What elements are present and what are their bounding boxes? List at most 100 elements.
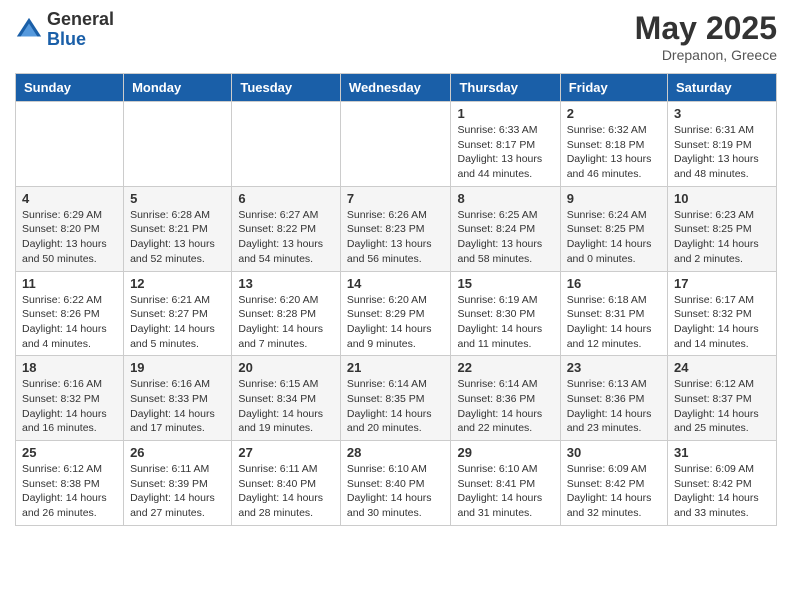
calendar-cell: 25 Sunrise: 6:12 AM Sunset: 8:38 PM Dayli… <box>16 441 124 526</box>
logo: General Blue <box>15 10 114 50</box>
calendar-cell: 6 Sunrise: 6:27 AM Sunset: 8:22 PM Daylig… <box>232 186 341 271</box>
calendar-cell <box>232 102 341 187</box>
calendar-day-header: Thursday <box>451 74 560 102</box>
cell-content: Sunrise: 6:16 AM Sunset: 8:32 PM Dayligh… <box>22 377 117 436</box>
day-number: 10 <box>674 191 770 206</box>
calendar-cell: 8 Sunrise: 6:25 AM Sunset: 8:24 PM Daylig… <box>451 186 560 271</box>
cell-content: Sunrise: 6:20 AM Sunset: 8:29 PM Dayligh… <box>347 293 445 352</box>
day-number: 2 <box>567 106 661 121</box>
cell-content: Sunrise: 6:31 AM Sunset: 8:19 PM Dayligh… <box>674 123 770 182</box>
cell-content: Sunrise: 6:12 AM Sunset: 8:38 PM Dayligh… <box>22 462 117 521</box>
day-number: 28 <box>347 445 445 460</box>
calendar-day-header: Wednesday <box>340 74 451 102</box>
calendar-cell: 11 Sunrise: 6:22 AM Sunset: 8:26 PM Dayli… <box>16 271 124 356</box>
calendar-cell: 18 Sunrise: 6:16 AM Sunset: 8:32 PM Dayli… <box>16 356 124 441</box>
calendar-cell: 3 Sunrise: 6:31 AM Sunset: 8:19 PM Daylig… <box>668 102 777 187</box>
calendar-cell: 4 Sunrise: 6:29 AM Sunset: 8:20 PM Daylig… <box>16 186 124 271</box>
logo-blue: Blue <box>47 30 114 50</box>
calendar-cell: 23Sunrise: 6:13 AM Sunset: 8:36 PM Dayli… <box>560 356 667 441</box>
logo-icon <box>15 16 43 44</box>
calendar-cell <box>16 102 124 187</box>
day-number: 21 <box>347 360 445 375</box>
cell-content: Sunrise: 6:29 AM Sunset: 8:20 PM Dayligh… <box>22 208 117 267</box>
cell-content: Sunrise: 6:23 AM Sunset: 8:25 PM Dayligh… <box>674 208 770 267</box>
cell-content: Sunrise: 6:10 AM Sunset: 8:40 PM Dayligh… <box>347 462 445 521</box>
calendar-week-row: 25 Sunrise: 6:12 AM Sunset: 8:38 PM Dayli… <box>16 441 777 526</box>
day-number: 5 <box>130 191 225 206</box>
calendar-day-header: Friday <box>560 74 667 102</box>
logo-text: General Blue <box>47 10 114 50</box>
day-number: 6 <box>238 191 334 206</box>
calendar-cell: 16 Sunrise: 6:18 AM Sunset: 8:31 PM Dayli… <box>560 271 667 356</box>
calendar-table: SundayMondayTuesdayWednesdayThursdayFrid… <box>15 73 777 526</box>
page-header: General Blue May 2025 Drepanon, Greece <box>15 10 777 63</box>
day-number: 31 <box>674 445 770 460</box>
calendar-cell: 24 Sunrise: 6:12 AM Sunset: 8:37 PM Dayli… <box>668 356 777 441</box>
cell-content: Sunrise: 6:11 AM Sunset: 8:40 PM Dayligh… <box>238 462 334 521</box>
calendar-cell: 1Sunrise: 6:33 AM Sunset: 8:17 PM Daylig… <box>451 102 560 187</box>
day-number: 4 <box>22 191 117 206</box>
logo-general: General <box>47 10 114 30</box>
calendar-cell: 22 Sunrise: 6:14 AM Sunset: 8:36 PM Dayli… <box>451 356 560 441</box>
cell-content: Sunrise: 6:18 AM Sunset: 8:31 PM Dayligh… <box>567 293 661 352</box>
calendar-cell: 9 Sunrise: 6:24 AM Sunset: 8:25 PM Daylig… <box>560 186 667 271</box>
month-year: May 2025 <box>635 10 777 47</box>
day-number: 15 <box>457 276 553 291</box>
cell-content: Sunrise: 6:27 AM Sunset: 8:22 PM Dayligh… <box>238 208 334 267</box>
calendar-week-row: 18 Sunrise: 6:16 AM Sunset: 8:32 PM Dayli… <box>16 356 777 441</box>
calendar-cell: 5 Sunrise: 6:28 AM Sunset: 8:21 PM Daylig… <box>124 186 232 271</box>
cell-content: Sunrise: 6:21 AM Sunset: 8:27 PM Dayligh… <box>130 293 225 352</box>
cell-content: Sunrise: 6:16 AM Sunset: 8:33 PM Dayligh… <box>130 377 225 436</box>
day-number: 3 <box>674 106 770 121</box>
cell-content: Sunrise: 6:09 AM Sunset: 8:42 PM Dayligh… <box>567 462 661 521</box>
cell-content: Sunrise: 6:26 AM Sunset: 8:23 PM Dayligh… <box>347 208 445 267</box>
calendar-week-row: 4 Sunrise: 6:29 AM Sunset: 8:20 PM Daylig… <box>16 186 777 271</box>
cell-content: Sunrise: 6:19 AM Sunset: 8:30 PM Dayligh… <box>457 293 553 352</box>
day-number: 27 <box>238 445 334 460</box>
cell-content: Sunrise: 6:14 AM Sunset: 8:36 PM Dayligh… <box>457 377 553 436</box>
calendar-cell: 14Sunrise: 6:20 AM Sunset: 8:29 PM Dayli… <box>340 271 451 356</box>
calendar-cell: 15 Sunrise: 6:19 AM Sunset: 8:30 PM Dayli… <box>451 271 560 356</box>
calendar-day-header: Sunday <box>16 74 124 102</box>
calendar-day-header: Saturday <box>668 74 777 102</box>
cell-content: Sunrise: 6:28 AM Sunset: 8:21 PM Dayligh… <box>130 208 225 267</box>
location: Drepanon, Greece <box>635 47 777 63</box>
calendar-cell: 17Sunrise: 6:17 AM Sunset: 8:32 PM Dayli… <box>668 271 777 356</box>
cell-content: Sunrise: 6:32 AM Sunset: 8:18 PM Dayligh… <box>567 123 661 182</box>
calendar-cell: 26Sunrise: 6:11 AM Sunset: 8:39 PM Dayli… <box>124 441 232 526</box>
day-number: 22 <box>457 360 553 375</box>
day-number: 18 <box>22 360 117 375</box>
calendar-day-header: Tuesday <box>232 74 341 102</box>
cell-content: Sunrise: 6:24 AM Sunset: 8:25 PM Dayligh… <box>567 208 661 267</box>
day-number: 9 <box>567 191 661 206</box>
cell-content: Sunrise: 6:33 AM Sunset: 8:17 PM Dayligh… <box>457 123 553 182</box>
cell-content: Sunrise: 6:12 AM Sunset: 8:37 PM Dayligh… <box>674 377 770 436</box>
day-number: 25 <box>22 445 117 460</box>
day-number: 12 <box>130 276 225 291</box>
calendar-week-row: 1Sunrise: 6:33 AM Sunset: 8:17 PM Daylig… <box>16 102 777 187</box>
day-number: 29 <box>457 445 553 460</box>
cell-content: Sunrise: 6:22 AM Sunset: 8:26 PM Dayligh… <box>22 293 117 352</box>
calendar-cell: 10 Sunrise: 6:23 AM Sunset: 8:25 PM Dayli… <box>668 186 777 271</box>
title-section: May 2025 Drepanon, Greece <box>635 10 777 63</box>
calendar-cell: 7 Sunrise: 6:26 AM Sunset: 8:23 PM Daylig… <box>340 186 451 271</box>
calendar-cell: 20Sunrise: 6:15 AM Sunset: 8:34 PM Dayli… <box>232 356 341 441</box>
calendar-cell: 31 Sunrise: 6:09 AM Sunset: 8:42 PM Dayli… <box>668 441 777 526</box>
day-number: 30 <box>567 445 661 460</box>
cell-content: Sunrise: 6:15 AM Sunset: 8:34 PM Dayligh… <box>238 377 334 436</box>
day-number: 24 <box>674 360 770 375</box>
cell-content: Sunrise: 6:09 AM Sunset: 8:42 PM Dayligh… <box>674 462 770 521</box>
calendar-cell: 30 Sunrise: 6:09 AM Sunset: 8:42 PM Dayli… <box>560 441 667 526</box>
cell-content: Sunrise: 6:17 AM Sunset: 8:32 PM Dayligh… <box>674 293 770 352</box>
day-number: 16 <box>567 276 661 291</box>
calendar-cell: 12 Sunrise: 6:21 AM Sunset: 8:27 PM Dayli… <box>124 271 232 356</box>
day-number: 7 <box>347 191 445 206</box>
calendar-cell: 13Sunrise: 6:20 AM Sunset: 8:28 PM Dayli… <box>232 271 341 356</box>
calendar-cell: 28 Sunrise: 6:10 AM Sunset: 8:40 PM Dayli… <box>340 441 451 526</box>
day-number: 8 <box>457 191 553 206</box>
day-number: 11 <box>22 276 117 291</box>
calendar-cell: 27 Sunrise: 6:11 AM Sunset: 8:40 PM Dayli… <box>232 441 341 526</box>
cell-content: Sunrise: 6:11 AM Sunset: 8:39 PM Dayligh… <box>130 462 225 521</box>
day-number: 23 <box>567 360 661 375</box>
cell-content: Sunrise: 6:25 AM Sunset: 8:24 PM Dayligh… <box>457 208 553 267</box>
